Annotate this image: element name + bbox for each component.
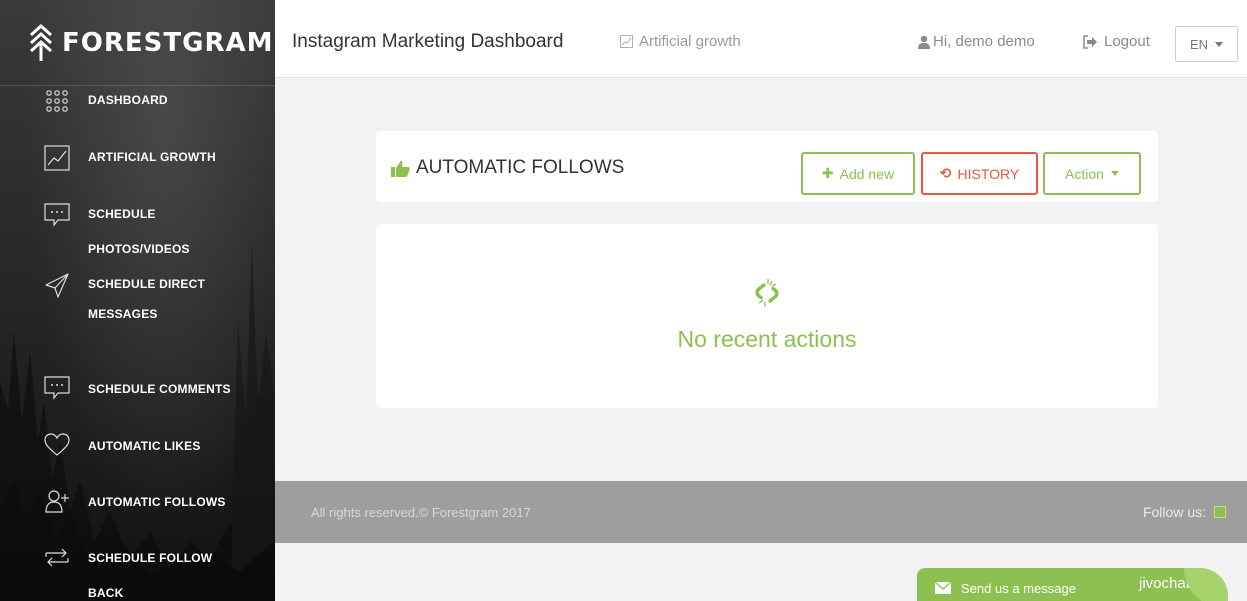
- envelope-icon: [935, 582, 951, 594]
- empty-state-message: No recent actions: [677, 326, 857, 352]
- history-button[interactable]: ⟲ HISTORY: [921, 152, 1038, 195]
- chat-brand: jivochat: [1139, 575, 1190, 592]
- broken-link-icon: [755, 279, 779, 307]
- sidebar-item-label: SCHEDULE FOLLOW BACK: [88, 551, 213, 600]
- sidebar-item-label: SCHEDULE PHOTOS/VIDEOS: [88, 207, 190, 256]
- action-label: Action: [1065, 165, 1104, 182]
- add-new-button[interactable]: ✚ Add new: [801, 152, 915, 195]
- breadcrumb[interactable]: Artificial growth: [620, 33, 741, 50]
- logout-icon: [1083, 34, 1097, 49]
- sidebar-item-label: AUTOMATIC LIKES: [88, 439, 201, 453]
- brand-name: FORESTGRAM: [62, 27, 274, 58]
- history-icon: ⟲: [939, 165, 952, 181]
- logout-label: Logout: [1104, 33, 1150, 50]
- instagram-icon[interactable]: [1214, 506, 1226, 518]
- breadcrumb-label: Artificial growth: [639, 33, 741, 50]
- chevron-down-icon: [1110, 171, 1119, 176]
- user-plus-icon: [45, 490, 69, 513]
- chat-widget[interactable]: Send us a message jivochat: [917, 568, 1228, 601]
- sidebar-item-label: AUTOMATIC FOLLOWS: [88, 495, 226, 509]
- plus-icon: ✚: [821, 165, 834, 181]
- comment-icon: [44, 376, 70, 400]
- paper-plane-icon: [45, 273, 69, 298]
- chat-prompt: Send us a message: [961, 580, 1076, 596]
- sidebar-item-label: SCHEDULE DIRECT MESSAGES: [88, 277, 206, 321]
- dots-grid-icon: [46, 90, 68, 112]
- follow-us: Follow us:: [1143, 504, 1226, 520]
- sidebar-item-label: DASHBOARD: [88, 93, 168, 107]
- page-footer: All rights reserved.© Forestgram 2017 Fo…: [275, 481, 1247, 543]
- follow-us-label: Follow us:: [1142, 504, 1206, 520]
- top-header: Instagram Marketing Dashboard Artificial…: [275, 0, 1247, 78]
- thumbs-up-icon: [391, 160, 410, 177]
- add-new-label: Add new: [839, 165, 895, 182]
- panel-title-label: AUTOMATIC FOLLOWS: [416, 157, 625, 178]
- greeting-label: Hi, demo demo: [933, 33, 1035, 50]
- language-select[interactable]: EN: [1175, 26, 1238, 62]
- recent-actions-panel: No recent actions: [376, 224, 1158, 408]
- repeat-icon: [45, 548, 69, 567]
- heart-icon: [44, 433, 70, 456]
- chart-line-icon: [620, 35, 633, 48]
- sidebar-item-label: SCHEDULE COMMENTS: [88, 382, 231, 396]
- history-label: HISTORY: [957, 165, 1020, 182]
- user-greeting[interactable]: Hi, demo demo: [917, 33, 1035, 50]
- chevron-down-icon: [1215, 41, 1224, 47]
- speech-bubble-icon: [44, 203, 70, 227]
- tree-logo-icon: [29, 23, 53, 61]
- sidebar-item-label: ARTIFICIAL GROWTH: [88, 150, 216, 164]
- automatic-follows-panel-header: AUTOMATIC FOLLOWS ✚ Add new ⟲ HISTORY Ac…: [376, 131, 1158, 202]
- chart-line-icon: [44, 145, 70, 171]
- copyright-text: All rights reserved.© Forestgram 2017: [311, 505, 531, 520]
- page-title: Instagram Marketing Dashboard: [292, 31, 564, 52]
- brand-logo[interactable]: FORESTGRAM: [0, 0, 275, 86]
- panel-title: AUTOMATIC FOLLOWS: [391, 157, 624, 179]
- sidebar: FORESTGRAM DASHBOARD ARTIFICIAL GROWTH S…: [0, 0, 275, 601]
- logout-button[interactable]: Logout: [1082, 33, 1150, 50]
- chat-bubble-decoration: [1184, 568, 1228, 601]
- action-dropdown[interactable]: Action: [1043, 152, 1141, 195]
- language-value: EN: [1189, 36, 1209, 52]
- user-icon: [918, 35, 930, 49]
